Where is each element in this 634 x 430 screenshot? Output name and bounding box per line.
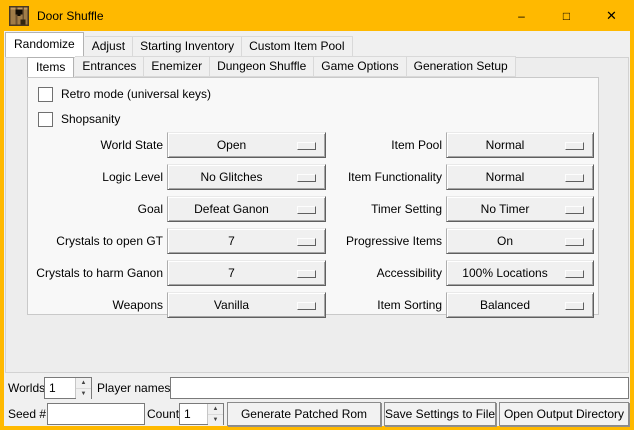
item-sorting-dropdown[interactable]: Balanced bbox=[446, 292, 594, 318]
items-pane: Retro mode (universal keys) Shopsanity W… bbox=[27, 77, 599, 315]
spinner-buttons: ▲ ▼ bbox=[207, 404, 223, 424]
window-title: Door Shuffle bbox=[37, 9, 104, 23]
dropdown-value: Vanilla bbox=[168, 293, 295, 317]
dropdown-value: No Timer bbox=[447, 197, 563, 221]
item-functionality-dropdown[interactable]: Normal bbox=[446, 164, 594, 190]
tab-custom-item-pool[interactable]: Custom Item Pool bbox=[242, 36, 352, 57]
dropdown-value: Normal bbox=[447, 133, 563, 157]
spin-up-icon[interactable]: ▲ bbox=[76, 378, 91, 389]
progressive-items-dropdown[interactable]: On bbox=[446, 228, 594, 254]
goal-label: Goal bbox=[28, 196, 163, 222]
dropdown-indicator-icon bbox=[297, 270, 316, 278]
tab-dungeon-shuffle[interactable]: Dungeon Shuffle bbox=[210, 56, 314, 77]
maximize-button-icon[interactable]: □ bbox=[544, 0, 589, 31]
client-area: Randomize Adjust Starting Inventory Cust… bbox=[4, 31, 630, 426]
worlds-spinbox[interactable]: 1 ▲ ▼ bbox=[44, 377, 92, 399]
player-names-label: Player names bbox=[97, 377, 170, 399]
dropdown-value: 7 bbox=[168, 261, 295, 285]
dropdown-value: 100% Locations bbox=[447, 261, 563, 285]
checkbox-icon[interactable] bbox=[38, 87, 53, 102]
tab-game-options[interactable]: Game Options bbox=[314, 56, 406, 77]
app-window: Door Shuffle – □ ✕ Randomize Adjust Star… bbox=[0, 0, 634, 430]
item-pool-label: Item Pool bbox=[330, 132, 442, 158]
crystals-harm-ganon-label: Crystals to harm Ganon bbox=[28, 260, 163, 286]
minimize-button-icon[interactable]: – bbox=[499, 0, 544, 31]
spin-down-icon[interactable]: ▼ bbox=[208, 415, 223, 425]
close-button-icon[interactable]: ✕ bbox=[589, 0, 634, 31]
count-value: 1 bbox=[184, 404, 191, 424]
crystals-harm-ganon-dropdown[interactable]: 7 bbox=[167, 260, 326, 286]
logic-level-dropdown[interactable]: No Glitches bbox=[167, 164, 326, 190]
dropdown-value: Balanced bbox=[447, 293, 563, 317]
dropdown-indicator-icon bbox=[565, 174, 584, 182]
worlds-label: Worlds bbox=[8, 377, 45, 399]
dropdown-indicator-icon bbox=[565, 270, 584, 278]
open-output-directory-button[interactable]: Open Output Directory bbox=[499, 402, 629, 426]
tab-enemizer[interactable]: Enemizer bbox=[144, 56, 210, 77]
dropdown-indicator-icon bbox=[297, 174, 316, 182]
goal-dropdown[interactable]: Defeat Ganon bbox=[167, 196, 326, 222]
randomize-pane: Items Entrances Enemizer Dungeon Shuffle… bbox=[5, 57, 629, 373]
crystals-open-gt-label: Crystals to open GT bbox=[28, 228, 163, 254]
dropdown-value: 7 bbox=[168, 229, 295, 253]
item-functionality-label: Item Functionality bbox=[330, 164, 442, 190]
tab-entrances[interactable]: Entrances bbox=[75, 56, 144, 77]
weapons-dropdown[interactable]: Vanilla bbox=[167, 292, 326, 318]
dropdown-indicator-icon bbox=[565, 206, 584, 214]
item-pool-dropdown[interactable]: Normal bbox=[446, 132, 594, 158]
accessibility-label: Accessibility bbox=[330, 260, 442, 286]
player-names-input[interactable] bbox=[170, 377, 629, 399]
spinner-buttons: ▲ ▼ bbox=[75, 378, 91, 398]
timer-setting-dropdown[interactable]: No Timer bbox=[446, 196, 594, 222]
shopsanity-checkbox[interactable]: Shopsanity bbox=[38, 112, 120, 126]
tab-items[interactable]: Items bbox=[27, 57, 74, 77]
dropdown-indicator-icon bbox=[565, 238, 584, 246]
retro-mode-label: Retro mode (universal keys) bbox=[61, 87, 211, 101]
dropdown-value: Open bbox=[168, 133, 295, 157]
tab-starting-inventory[interactable]: Starting Inventory bbox=[133, 36, 242, 57]
spin-down-icon[interactable]: ▼ bbox=[76, 389, 91, 399]
shopsanity-label: Shopsanity bbox=[61, 112, 120, 126]
dropdown-indicator-icon bbox=[297, 302, 316, 310]
logic-level-label: Logic Level bbox=[28, 164, 163, 190]
dropdown-value: No Glitches bbox=[168, 165, 295, 189]
retro-mode-checkbox[interactable]: Retro mode (universal keys) bbox=[38, 87, 211, 101]
spin-up-icon[interactable]: ▲ bbox=[208, 404, 223, 415]
progressive-items-label: Progressive Items bbox=[330, 228, 442, 254]
dropdown-value: Defeat Ganon bbox=[168, 197, 295, 221]
title-bar: Door Shuffle – □ ✕ bbox=[0, 0, 634, 31]
worlds-value: 1 bbox=[49, 378, 56, 398]
accessibility-dropdown[interactable]: 100% Locations bbox=[446, 260, 594, 286]
save-settings-button[interactable]: Save Settings to File bbox=[384, 402, 496, 426]
seed-label: Seed # bbox=[8, 403, 46, 425]
dropdown-indicator-icon bbox=[565, 142, 584, 150]
timer-setting-label: Timer Setting bbox=[330, 196, 442, 222]
world-state-label: World State bbox=[28, 132, 163, 158]
dropdown-indicator-icon bbox=[297, 206, 316, 214]
dropdown-indicator-icon bbox=[297, 238, 316, 246]
tab-adjust[interactable]: Adjust bbox=[85, 36, 133, 57]
dropdown-indicator-icon bbox=[565, 302, 584, 310]
dropdown-indicator-icon bbox=[297, 142, 316, 150]
item-sorting-label: Item Sorting bbox=[330, 292, 442, 318]
count-label: Count bbox=[147, 403, 179, 425]
checkbox-icon[interactable] bbox=[38, 112, 53, 127]
tab-randomize[interactable]: Randomize bbox=[5, 32, 84, 57]
caption-buttons: – □ ✕ bbox=[499, 0, 634, 31]
tab-generation-setup[interactable]: Generation Setup bbox=[407, 56, 516, 77]
weapons-label: Weapons bbox=[28, 292, 163, 318]
dropdown-value: Normal bbox=[447, 165, 563, 189]
crystals-open-gt-dropdown[interactable]: 7 bbox=[167, 228, 326, 254]
generate-patched-rom-button[interactable]: Generate Patched Rom bbox=[227, 402, 381, 426]
dropdown-value: On bbox=[447, 229, 563, 253]
count-spinbox[interactable]: 1 ▲ ▼ bbox=[179, 403, 224, 425]
randomize-sub-tab-bar: Items Entrances Enemizer Dungeon Shuffle… bbox=[27, 58, 516, 77]
main-tab-bar: Randomize Adjust Starting Inventory Cust… bbox=[5, 32, 353, 57]
world-state-dropdown[interactable]: Open bbox=[167, 132, 326, 158]
seed-input[interactable] bbox=[47, 403, 145, 425]
app-door-icon bbox=[9, 6, 29, 26]
